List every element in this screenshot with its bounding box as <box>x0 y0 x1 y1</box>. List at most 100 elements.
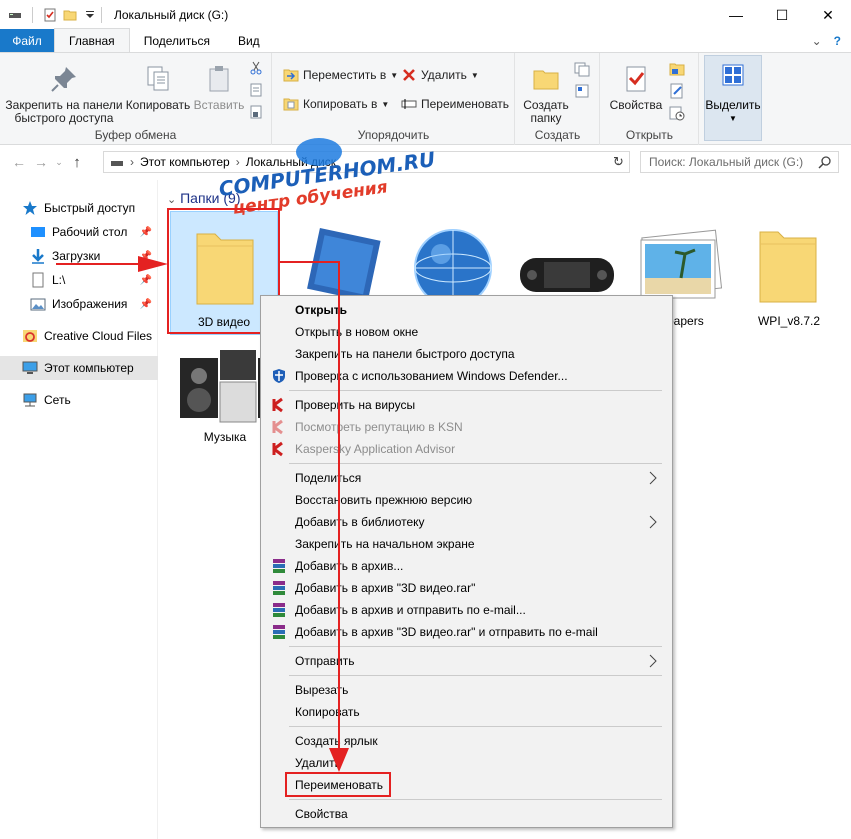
chevron-down-icon[interactable]: ⌄ <box>812 34 822 48</box>
rename-icon <box>401 99 417 109</box>
menu-item-open-new-window[interactable]: Открыть в новом окне <box>261 321 672 343</box>
chevron-down-icon[interactable] <box>83 8 97 22</box>
paste-button[interactable]: Вставить <box>192 63 246 112</box>
copy-path-icon[interactable] <box>249 83 263 97</box>
tab-view[interactable]: Вид <box>224 29 274 52</box>
easy-access-icon[interactable] <box>574 83 590 99</box>
refresh-icon[interactable]: ↻ <box>613 154 624 170</box>
menu-item-open[interactable]: Открыть <box>261 299 672 321</box>
folder-icon <box>759 231 817 303</box>
nav-item-pictures[interactable]: Изображения 📌 <box>0 292 158 316</box>
copy-button[interactable]: Копировать <box>124 63 192 112</box>
nav-item-network[interactable]: Сеть <box>0 388 158 412</box>
nav-item-this-pc[interactable]: Этот компьютер <box>0 356 158 380</box>
menu-item-add-archive[interactable]: Добавить в архив... <box>261 555 672 577</box>
annotation-highlight-box <box>285 772 391 797</box>
menu-item-archive-rar-email[interactable]: Добавить в архив "3D видео.rar" и отправ… <box>261 621 672 643</box>
menu-item-windows-defender[interactable]: Проверка с использованием Windows Defend… <box>261 365 672 387</box>
breadcrumb-this-pc[interactable]: Этот компьютер <box>140 155 230 169</box>
pin-icon: 📌 <box>139 226 152 238</box>
paste-shortcut-icon[interactable] <box>249 105 263 119</box>
menu-item-pin-start[interactable]: Закрепить на начальном экране <box>261 533 672 555</box>
menu-item-scan-virus[interactable]: Проверить на вирусы <box>261 394 672 416</box>
menu-item-share[interactable]: Поделиться <box>261 467 672 489</box>
pin-label-line2: быстрого доступа <box>14 111 114 125</box>
menu-item-label: Свойства <box>295 807 348 821</box>
ribbon-tabs: Файл Главная Поделиться Вид ⌄ ? <box>0 28 851 53</box>
menu-item-restore-version[interactable]: Восстановить прежнюю версию <box>261 489 672 511</box>
move-to-label: Переместить в <box>303 68 387 82</box>
tab-home[interactable]: Главная <box>54 28 130 52</box>
nav-item-label: Рабочий стол <box>52 225 128 239</box>
edit-icon[interactable] <box>669 83 685 99</box>
maximize-button[interactable]: ☐ <box>759 0 805 30</box>
pin-quick-access-button[interactable]: Закрепить на панели быстрого доступа <box>4 63 124 125</box>
tab-share[interactable]: Поделиться <box>130 29 224 52</box>
pin-icon: 📌 <box>139 298 152 310</box>
menu-item-ksn-reputation[interactable]: Посмотреть репутацию в KSN <box>261 416 672 438</box>
menu-item-send-to[interactable]: Отправить <box>261 650 672 672</box>
recent-locations-chevron-icon[interactable]: ⌄ <box>52 157 66 168</box>
menu-item-pin-quick-access[interactable]: Закрепить на панели быстрого доступа <box>261 343 672 365</box>
nav-item-label: Сеть <box>44 393 71 407</box>
copy-to-icon <box>283 98 299 111</box>
open-icon[interactable] <box>669 61 685 77</box>
chevron-down-icon: ▼ <box>470 70 479 80</box>
new-folder-icon[interactable] <box>63 8 77 22</box>
menu-item-properties[interactable]: Свойства <box>261 803 672 825</box>
menu-item-label: Копировать <box>295 705 360 719</box>
tile-label: WPI_v8.7.2 <box>757 314 821 328</box>
navigation-pane: Быстрый доступ Рабочий стол 📌 Загрузки 📌… <box>0 180 158 839</box>
delete-button[interactable]: Удалить ▼ <box>401 65 479 85</box>
ribbon-group-select[interactable]: Выделить ▼ <box>704 55 762 141</box>
menu-item-archive-email[interactable]: Добавить в архив и отправить по e-mail..… <box>261 599 672 621</box>
new-folder-button[interactable]: Создать папку <box>520 63 572 125</box>
rename-label: Переименовать <box>421 97 509 111</box>
up-arrow-icon[interactable]: ↑ <box>66 154 88 171</box>
nav-item-desktop[interactable]: Рабочий стол 📌 <box>0 220 158 244</box>
nav-item-quick-access[interactable]: Быстрый доступ <box>0 196 158 220</box>
ribbon-group-clipboard: Закрепить на панели быстрого доступа Коп… <box>0 53 272 145</box>
close-button[interactable]: ✕ <box>805 0 851 30</box>
drive-icon <box>9 13 21 18</box>
computer-icon <box>111 161 123 166</box>
winrar-icon <box>273 559 285 573</box>
minimize-button[interactable]: — <box>713 0 759 30</box>
menu-item-label: Восстановить прежнюю версию <box>295 493 473 507</box>
menu-item-copy[interactable]: Копировать <box>261 701 672 723</box>
folder-tile-wpi[interactable]: WPI_v8.7.2 <box>734 210 844 340</box>
menu-item-delete[interactable]: Удалить <box>261 752 672 774</box>
chevron-right-icon <box>649 654 657 668</box>
ribbon-right-controls: ⌄ ? <box>812 29 851 52</box>
menu-item-cut[interactable]: Вырезать <box>261 679 672 701</box>
new-item-icon[interactable] <box>574 61 590 77</box>
cut-icon[interactable] <box>249 61 263 75</box>
pin-icon <box>51 67 76 92</box>
properties-icon <box>626 66 646 92</box>
properties-button[interactable]: Свойства <box>607 63 665 112</box>
tab-file[interactable]: Файл <box>0 29 54 52</box>
forward-arrow-icon[interactable]: → <box>30 154 52 170</box>
copy-to-button[interactable]: Копировать в ▼ <box>283 94 389 114</box>
menu-item-add-to-library[interactable]: Добавить в библиотеку <box>261 511 672 533</box>
rename-button[interactable]: Переименовать <box>401 94 509 114</box>
nav-item-creative-cloud[interactable]: Creative Cloud Files <box>0 324 158 348</box>
paste-label: Вставить <box>193 98 245 112</box>
delete-icon <box>403 69 415 81</box>
menu-item-kaspersky-advisor[interactable]: Kaspersky Application Advisor <box>261 438 672 460</box>
menu-item-label: Добавить в архив... <box>295 559 404 573</box>
help-icon[interactable]: ? <box>834 34 841 48</box>
history-icon[interactable] <box>669 105 685 121</box>
chevron-down-icon: ▼ <box>729 114 737 123</box>
move-to-button[interactable]: Переместить в ▼ <box>283 65 398 85</box>
search-input[interactable]: Поиск: Локальный диск (G:) <box>640 151 839 173</box>
menu-item-label: Проверить на вирусы <box>295 398 416 412</box>
kaspersky-icon <box>272 397 283 413</box>
menu-item-add-archive-rar[interactable]: Добавить в архив "3D видео.rar" <box>261 577 672 599</box>
nav-item-l-drive[interactable]: L:\ 📌 <box>0 268 158 292</box>
move-to-icon <box>283 69 299 82</box>
program-box-icon <box>307 228 381 302</box>
back-arrow-icon[interactable]: ← <box>8 154 30 170</box>
menu-item-create-shortcut[interactable]: Создать ярлык <box>261 730 672 752</box>
properties-icon[interactable] <box>43 8 57 22</box>
